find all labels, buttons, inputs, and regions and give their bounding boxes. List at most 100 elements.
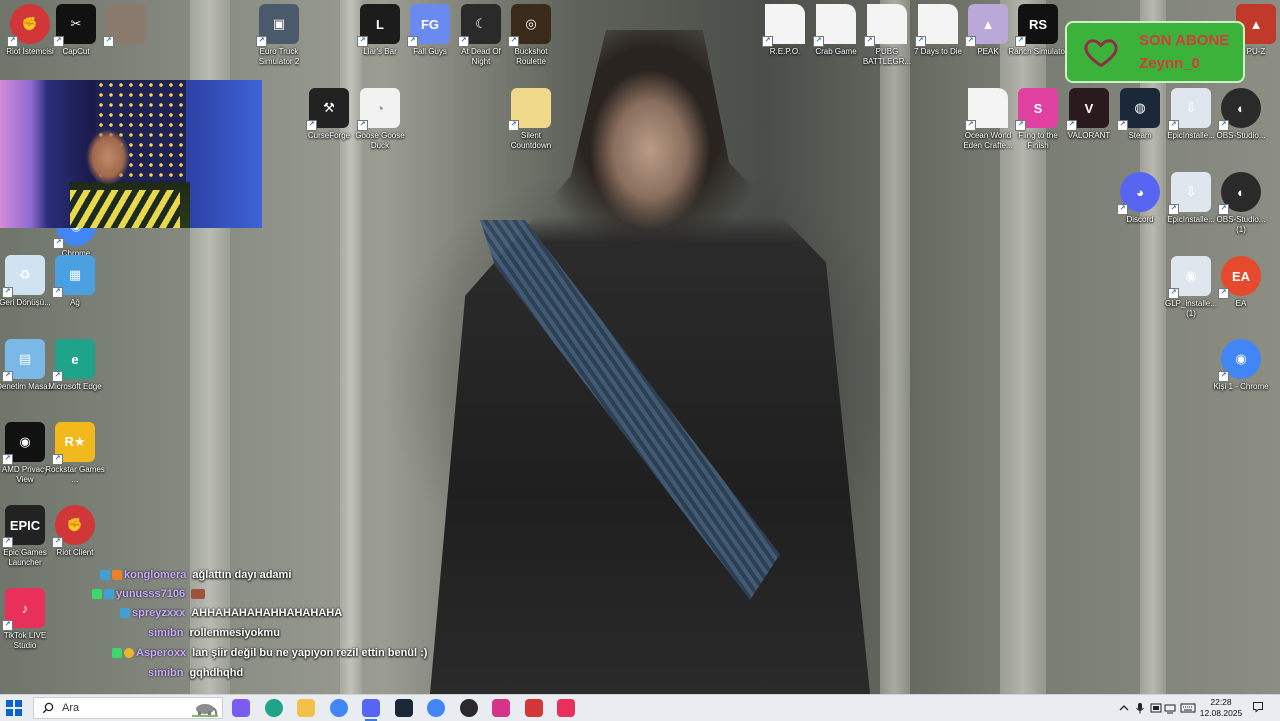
network-icon[interactable] [1164, 702, 1176, 714]
desktop-icon-tiktok-live[interactable]: ♪ ↗ TikTok LIVE Studio [0, 588, 55, 651]
windows-logo-icon [6, 709, 13, 716]
chrome-icon: ◉↗ [1218, 339, 1261, 382]
riot-icon: ✊ ↗ [52, 505, 95, 548]
taskbar-edge-icon[interactable] [264, 699, 283, 717]
subscriber-alert-title: SON ABONE [1139, 32, 1230, 49]
rockstar-icon: R★ ↗ [52, 422, 95, 465]
desktop-icon-label: TikTok LIVE Studio [3, 631, 47, 650]
glp-icon: ◉ ↗ [1168, 256, 1211, 299]
desktop-icon-euro-truck[interactable]: ▣ ↗ Euro Truck Simulator 2 [249, 4, 309, 67]
taskbar-search[interactable]: Ara [33, 697, 223, 719]
taskbar-steam-icon[interactable] [394, 699, 413, 717]
start-button[interactable] [6, 700, 22, 716]
wallpaper-character [430, 30, 870, 694]
taskbar-instagram-icon[interactable] [492, 699, 510, 717]
shortcut-arrow-icon: ↗ [306, 120, 317, 131]
chat-text: gqhdhqhd [189, 667, 244, 679]
desktop-icon-obs-1[interactable]: ◐ ↗ OBS-Studio... [1211, 88, 1271, 141]
desktop-icon-ag[interactable]: ▦ ↗ Ağ [45, 255, 105, 308]
windows-logo-icon [15, 700, 22, 707]
file-icon: ↗ [915, 4, 958, 47]
clock-date: 12.08.2025 [1199, 708, 1243, 718]
shortcut-arrow-icon: ↗ [1218, 204, 1229, 215]
shortcut-arrow-icon: ↗ [1218, 371, 1229, 382]
taskbar-copilot-icon[interactable] [232, 699, 250, 717]
elephant-icon [192, 704, 218, 717]
desktop-icon-label: Euro Truck Simulator 2 [258, 47, 300, 66]
taskbar-tiktok-icon[interactable] [557, 699, 575, 717]
shortcut-arrow-icon: ↗ [52, 537, 63, 548]
shortcut-arrow-icon: ↗ [1015, 36, 1026, 47]
shortcut-arrow-icon: ↗ [1117, 204, 1128, 215]
chat-badge-icon [120, 608, 130, 618]
chat-text: rollenmesiyokmu [189, 627, 280, 639]
chat-text: lan şiir değil bu ne yapıyon rezil ettin… [192, 647, 428, 659]
liars-bar-icon: L ↗ [357, 4, 400, 47]
taskbar-riot-icon[interactable] [524, 699, 543, 717]
notifications-icon[interactable] [1252, 701, 1264, 713]
taskbar: Ara 22:28 12.08.2025 [0, 694, 1280, 721]
heart-icon [1084, 39, 1118, 68]
desktop-icon-silent-countdown[interactable]: ↗ Silent Countdown [501, 88, 561, 151]
desktop-icon-label: Microsoft Edge [48, 382, 102, 391]
edge-icon: e ↗ [52, 339, 95, 382]
desktop-icon-ranch[interactable]: RS ↗ Ranch Simulator [1008, 4, 1068, 57]
goose-icon: ◔ ↗ [357, 88, 400, 131]
shortcut-arrow-icon: ↗ [508, 120, 519, 131]
valorant-icon: V ↗ [1066, 88, 1109, 131]
microphone-icon[interactable] [1134, 702, 1146, 714]
buckshot-icon: ◎ ↗ [508, 4, 551, 47]
desktop-icon-label: CapCut [62, 47, 90, 56]
taskbar-file-explorer-icon[interactable] [297, 699, 315, 717]
subscriber-alert-name: Zeynn_0 [1139, 55, 1200, 72]
desktop-icon-rockstar[interactable]: R★ ↗ Rockstar Games ... [45, 422, 105, 485]
desktop-icon-riot-client[interactable]: ✊ ↗ Riot Client [45, 505, 105, 558]
chat-badge-icon [104, 589, 114, 599]
taskbar-discord-icon[interactable] [362, 699, 380, 721]
file-icon: ↗ [762, 4, 805, 47]
desktop-icon-ea[interactable]: EA ↗ EA [1211, 256, 1271, 309]
shortcut-arrow-icon: ↗ [458, 36, 469, 47]
chevron-up-icon[interactable] [1118, 702, 1130, 714]
chat-username: konglomera [124, 569, 187, 581]
taskbar-chrome-icon[interactable] [329, 699, 348, 717]
shortcut-arrow-icon: ↗ [52, 287, 63, 298]
desktop-icon-kisi-chrome[interactable]: ◉ ↗ Kişi 1 - Chrome [1211, 339, 1271, 392]
shortcut-arrow-icon: ↗ [1218, 120, 1229, 131]
chat-username: simibn [148, 627, 184, 639]
shortcut-arrow-icon: ↗ [1015, 120, 1026, 131]
desktop-icon-obs-2[interactable]: ◐ ↗ OBS-Studio... (1) [1211, 172, 1271, 235]
security-icon[interactable] [1150, 702, 1162, 714]
fall-guys-icon: FG ↗ [407, 4, 450, 47]
folder-icon: ↗ [508, 88, 551, 131]
shortcut-arrow-icon: ↗ [357, 120, 368, 131]
keyboard-icon[interactable] [1180, 702, 1196, 714]
taskbar-obs-icon[interactable] [459, 699, 478, 717]
desktop-icon-goose[interactable]: ◔ ↗ Goose Goose Duck [350, 88, 410, 151]
shortcut-arrow-icon: ↗ [965, 120, 976, 131]
desktop-icon-photo[interactable]: ↗ [96, 4, 156, 47]
shortcut-arrow-icon: ↗ [1168, 120, 1179, 131]
riot-icon: ✊ ↗ [7, 4, 50, 47]
chat-badge-icon [112, 648, 122, 658]
shortcut-arrow-icon: ↗ [2, 371, 13, 382]
taskbar-chrome-icon[interactable] [427, 699, 445, 717]
desktop-icon-label: Ağ [70, 298, 80, 307]
discord-icon: ◕ ↗ [1117, 172, 1160, 215]
shortcut-arrow-icon: ↗ [2, 454, 13, 465]
desktop-icon-label: OBS-Studio... [1216, 131, 1266, 140]
desktop-icon-buckshot[interactable]: ◎ ↗ Buckshot Roulette [501, 4, 561, 67]
desktop-icon-edge[interactable]: e ↗ Microsoft Edge [45, 339, 105, 392]
desktop-icon-label: Kişi 1 - Chrome [1213, 382, 1269, 391]
search-placeholder: Ara [62, 702, 80, 714]
ea-icon: EA ↗ [1218, 256, 1261, 299]
desktop-icon-label: Rockstar Games ... [45, 465, 105, 484]
taskbar-clock[interactable]: 22:28 12.08.2025 [1198, 697, 1244, 719]
tree-trunk [880, 0, 910, 694]
dead-of-night-icon: ☾ ↗ [458, 4, 501, 47]
desktop-icon-label: Silent Countdown [510, 131, 552, 150]
chat-message: simibn gqhdhqhd [148, 664, 243, 682]
shortcut-arrow-icon: ↗ [7, 36, 18, 47]
webcam-overlay [0, 80, 262, 228]
installer-icon: ⇩ ↗ [1168, 172, 1211, 215]
